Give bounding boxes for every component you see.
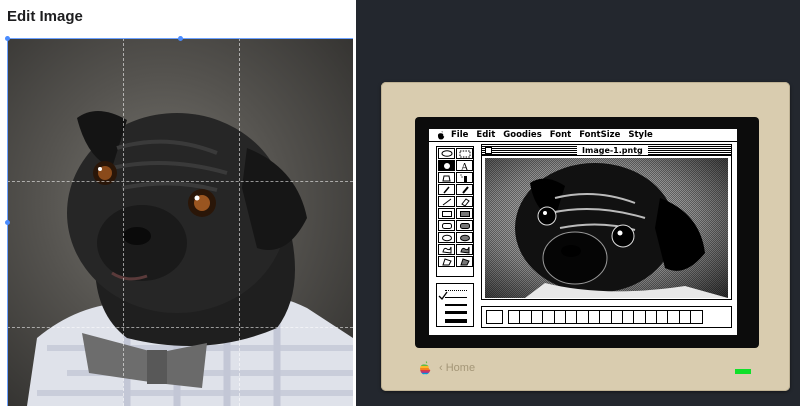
svg-text:A: A bbox=[460, 163, 469, 172]
menu-goodies[interactable]: Goodies bbox=[503, 130, 541, 140]
menu-font[interactable]: Font bbox=[550, 130, 571, 140]
line-width-option[interactable] bbox=[445, 297, 467, 298]
home-link[interactable]: ‹ Home bbox=[419, 361, 475, 375]
crop-handle-top-middle[interactable] bbox=[178, 36, 183, 41]
line-width-selector[interactable] bbox=[436, 283, 474, 327]
menu-fontsize[interactable]: FontSize bbox=[579, 130, 620, 140]
screen-bezel: File Edit Goodies Font FontSize Style A … bbox=[415, 117, 759, 348]
pencil-tool-icon[interactable] bbox=[456, 184, 473, 195]
pattern-palette bbox=[481, 306, 732, 328]
mac-menu-bar: File Edit Goodies Font FontSize Style bbox=[429, 129, 737, 142]
dithered-pug-image bbox=[485, 158, 728, 298]
retro-preview-panel: File Edit Goodies Font FontSize Style A … bbox=[356, 0, 800, 406]
line-width-option[interactable] bbox=[445, 319, 467, 323]
tool-palette: A bbox=[436, 146, 474, 277]
editor-title: Edit Image bbox=[7, 8, 83, 25]
rectangle-tool-icon[interactable] bbox=[438, 208, 455, 219]
grabber-hand-tool-icon[interactable] bbox=[438, 160, 455, 171]
crop-handle-middle-left[interactable] bbox=[5, 220, 10, 225]
crop-frame[interactable] bbox=[7, 38, 353, 406]
spray-can-tool-icon[interactable] bbox=[456, 172, 473, 183]
menu-style[interactable]: Style bbox=[628, 130, 652, 140]
freeform-tool-icon[interactable] bbox=[438, 244, 455, 255]
pattern-swatch[interactable] bbox=[690, 310, 703, 324]
dithered-pug-canvas[interactable] bbox=[485, 158, 728, 298]
oval-tool-icon[interactable] bbox=[438, 232, 455, 243]
line-tool-icon[interactable] bbox=[438, 196, 455, 207]
pattern-swatches bbox=[508, 310, 703, 324]
rainbow-apple-icon bbox=[420, 361, 431, 375]
filled-polygon-tool-icon[interactable] bbox=[456, 256, 473, 267]
macpaint-desktop: A Image-1.pntg bbox=[429, 143, 737, 335]
lasso-tool-icon[interactable] bbox=[438, 148, 455, 159]
menu-edit[interactable]: Edit bbox=[476, 130, 495, 140]
classic-mac-monitor: File Edit Goodies Font FontSize Style A … bbox=[381, 82, 790, 391]
document-titlebar[interactable]: Image-1.pntg bbox=[482, 145, 731, 156]
app-root: Edit Image File Edit Goodies Font FontSi… bbox=[0, 0, 800, 406]
checkmark-icon bbox=[438, 291, 448, 301]
paint-bucket-tool-icon[interactable] bbox=[438, 172, 455, 183]
polygon-tool-icon[interactable] bbox=[438, 256, 455, 267]
filled-freeform-tool-icon[interactable] bbox=[456, 244, 473, 255]
macpaint-screen: File Edit Goodies Font FontSize Style A … bbox=[429, 129, 737, 335]
line-width-option[interactable] bbox=[445, 304, 467, 306]
apple-menu-icon[interactable] bbox=[437, 130, 445, 140]
power-indicator-led bbox=[735, 369, 751, 374]
filled-rounded-rectangle-tool-icon[interactable] bbox=[456, 220, 473, 231]
document-window: Image-1.pntg bbox=[481, 144, 732, 300]
line-width-option[interactable] bbox=[445, 290, 467, 291]
paintbrush-tool-icon[interactable] bbox=[438, 184, 455, 195]
line-width-option[interactable] bbox=[445, 311, 467, 314]
text-tool-icon[interactable]: A bbox=[456, 160, 473, 171]
current-pattern-swatch[interactable] bbox=[486, 310, 503, 324]
crop-handle-top-left[interactable] bbox=[5, 36, 10, 41]
rounded-rectangle-tool-icon[interactable] bbox=[438, 220, 455, 231]
document-title: Image-1.pntg bbox=[577, 145, 648, 155]
close-box-icon[interactable] bbox=[485, 147, 492, 154]
home-label: ‹ Home bbox=[439, 362, 476, 374]
image-editor-panel: Edit Image bbox=[0, 0, 356, 406]
filled-rectangle-tool-icon[interactable] bbox=[456, 208, 473, 219]
filled-oval-tool-icon[interactable] bbox=[456, 232, 473, 243]
menu-file[interactable]: File bbox=[451, 130, 468, 140]
marquee-tool-icon[interactable] bbox=[456, 148, 473, 159]
eraser-tool-icon[interactable] bbox=[456, 196, 473, 207]
